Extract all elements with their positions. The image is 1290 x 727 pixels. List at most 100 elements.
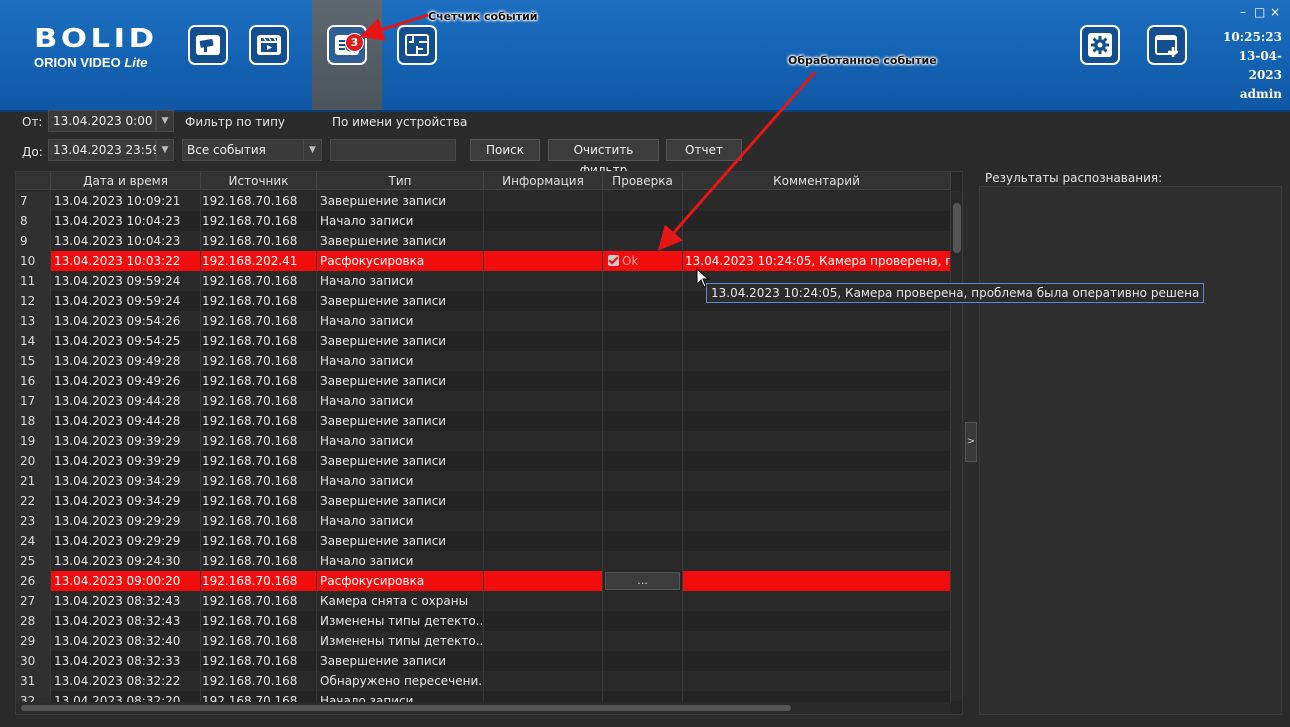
to-datetime[interactable]: 13.04.2023 23:59: [48, 139, 160, 161]
col-check[interactable]: Проверка: [603, 172, 683, 190]
add-window-button[interactable]: [1147, 25, 1187, 65]
panel-toggle-button[interactable]: >: [965, 422, 977, 462]
row-type: Расфокусировка: [317, 571, 484, 591]
row-info: [484, 251, 603, 271]
row-info: [484, 311, 603, 331]
row-info: [484, 351, 603, 371]
table-row[interactable]: 9 13.04.2023 10:04:23 192.168.70.168 Заверш…: [16, 231, 951, 251]
row-datetime: 13.04.2023 09:54:25: [51, 331, 201, 351]
table-row[interactable]: 13 13.04.2023 09:54:26 192.168.70.168 Начал…: [16, 311, 951, 331]
table-row[interactable]: 17 13.04.2023 09:44:28 192.168.70.168 Начал…: [16, 391, 951, 411]
clock-date: 13-04-2023: [1238, 49, 1282, 82]
maximize-button[interactable]: □: [1254, 5, 1265, 19]
event-counter-badge: 3: [345, 33, 364, 52]
row-source: 192.168.202.41: [201, 251, 317, 271]
row-check: [603, 411, 683, 431]
table-row[interactable]: 24 13.04.2023 09:29:29 192.168.70.168 Завер…: [16, 531, 951, 551]
row-type: Изменены типы детекто...: [317, 611, 484, 631]
recognition-panel: Результаты распознавания:: [979, 171, 1282, 715]
row-check: [603, 491, 683, 511]
row-check: [603, 211, 683, 231]
row-datetime: 13.04.2023 08:32:33: [51, 651, 201, 671]
from-dropdown[interactable]: ▼: [156, 110, 174, 132]
chevron-down-icon: ▼: [161, 145, 169, 155]
table-row[interactable]: 28 13.04.2023 08:32:43 192.168.70.168 Измен…: [16, 611, 951, 631]
plans-button[interactable]: [397, 25, 437, 65]
table-row[interactable]: 25 13.04.2023 09:24:30 192.168.70.168 Начал…: [16, 551, 951, 571]
row-check: [603, 671, 683, 691]
vertical-scroll-thumb[interactable]: [953, 203, 961, 253]
row-check: [603, 611, 683, 631]
row-check: [603, 231, 683, 251]
table-row[interactable]: 30 13.04.2023 08:32:33 192.168.70.168 Завер…: [16, 651, 951, 671]
horizontal-scroll-thumb[interactable]: [21, 705, 791, 711]
row-comment: [683, 351, 951, 371]
table-row[interactable]: 16 13.04.2023 09:49:26 192.168.70.168 Завер…: [16, 371, 951, 391]
row-number: 13: [16, 311, 51, 331]
row-number: 29: [16, 631, 51, 651]
check-event-button[interactable]: ...: [605, 572, 680, 590]
row-check: [603, 371, 683, 391]
table-row[interactable]: 20 13.04.2023 09:39:29 192.168.70.168 Завер…: [16, 451, 951, 471]
checkbox-icon[interactable]: [608, 255, 619, 266]
col-info[interactable]: Информация: [484, 172, 603, 190]
settings-button[interactable]: [1080, 25, 1120, 65]
row-number: 18: [16, 411, 51, 431]
table-row[interactable]: 8 13.04.2023 10:04:23 192.168.70.168 Начало…: [16, 211, 951, 231]
row-source: 192.168.70.168: [201, 451, 317, 471]
row-number: 19: [16, 431, 51, 451]
table-row[interactable]: 23 13.04.2023 09:29:29 192.168.70.168 Начал…: [16, 511, 951, 531]
event-type-dropdown[interactable]: ▼: [304, 139, 322, 161]
minimize-button[interactable]: –: [1240, 5, 1246, 19]
cameras-button[interactable]: [188, 25, 228, 65]
row-comment: [683, 431, 951, 451]
row-datetime: 13.04.2023 09:29:29: [51, 511, 201, 531]
table-row[interactable]: 19 13.04.2023 09:39:29 192.168.70.168 Начал…: [16, 431, 951, 451]
clock: 10:25:23 13-04-2023 admin: [1212, 28, 1282, 104]
table-row[interactable]: 26 13.04.2023 09:00:20 192.168.70.168 Расфо…: [16, 571, 951, 591]
table-row[interactable]: 18 13.04.2023 09:44:28 192.168.70.168 Завер…: [16, 411, 951, 431]
search-button[interactable]: Поиск: [470, 139, 540, 161]
row-check: Ok: [603, 251, 683, 271]
col-number[interactable]: [16, 172, 51, 190]
row-check: [603, 331, 683, 351]
row-datetime: 13.04.2023 09:00:20: [51, 571, 201, 591]
table-row[interactable]: 22 13.04.2023 09:34:29 192.168.70.168 Завер…: [16, 491, 951, 511]
table-row[interactable]: 15 13.04.2023 09:49:28 192.168.70.168 Начал…: [16, 351, 951, 371]
row-source: 192.168.70.168: [201, 631, 317, 651]
events-table: Дата и время Источник Тип Информация Про…: [15, 171, 963, 715]
col-datetime[interactable]: Дата и время: [51, 172, 201, 190]
col-source[interactable]: Источник: [201, 172, 317, 190]
report-button[interactable]: Отчет: [666, 139, 742, 161]
row-comment: [683, 651, 951, 671]
row-source: 192.168.70.168: [201, 591, 317, 611]
col-comment[interactable]: Комментарий: [683, 172, 951, 190]
table-row[interactable]: 10 13.04.2023 10:03:22 192.168.202.41 Расфо…: [16, 251, 951, 271]
check-status: Ok: [622, 254, 639, 268]
clear-filter-button[interactable]: Очистить фильтр: [548, 139, 659, 177]
from-datetime[interactable]: 13.04.2023 0:00: [48, 110, 156, 132]
archive-button[interactable]: [249, 25, 289, 65]
table-row[interactable]: 31 13.04.2023 08:32:22 192.168.70.168 Обнар…: [16, 671, 951, 691]
row-source: 192.168.70.168: [201, 311, 317, 331]
horizontal-scrollbar[interactable]: [16, 702, 951, 714]
vertical-scrollbar[interactable]: [951, 191, 962, 701]
close-button[interactable]: ×: [1270, 5, 1280, 19]
row-source: 192.168.70.168: [201, 671, 317, 691]
table-row[interactable]: 7 13.04.2023 10:09:21 192.168.70.168 Заверш…: [16, 191, 951, 211]
row-datetime: 13.04.2023 08:32:43: [51, 591, 201, 611]
table-row[interactable]: 27 13.04.2023 08:32:43 192.168.70.168 Камер…: [16, 591, 951, 611]
row-number: 23: [16, 511, 51, 531]
col-type[interactable]: Тип: [317, 172, 484, 190]
table-row[interactable]: 14 13.04.2023 09:54:25 192.168.70.168 Завер…: [16, 331, 951, 351]
table-row[interactable]: 21 13.04.2023 09:34:29 192.168.70.168 Начал…: [16, 471, 951, 491]
to-dropdown[interactable]: ▼: [156, 139, 174, 161]
row-type: Завершение записи: [317, 451, 484, 471]
device-name-input[interactable]: [330, 139, 456, 161]
row-comment: [683, 191, 951, 211]
row-source: 192.168.70.168: [201, 191, 317, 211]
row-info: [484, 591, 603, 611]
row-source: 192.168.70.168: [201, 411, 317, 431]
event-type-select[interactable]: Все события: [182, 139, 304, 161]
table-row[interactable]: 29 13.04.2023 08:32:40 192.168.70.168 Измен…: [16, 631, 951, 651]
